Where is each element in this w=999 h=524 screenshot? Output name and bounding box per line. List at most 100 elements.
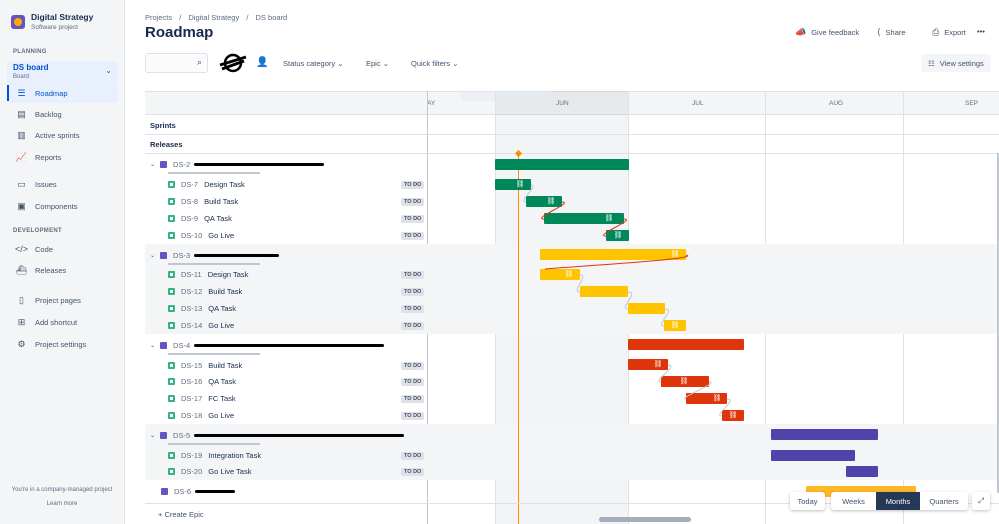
sidebar-item-issues[interactable]: ▭ Issues <box>7 174 118 194</box>
task-bar[interactable]: ⛓ <box>664 320 686 331</box>
quarters-button[interactable]: Quarters <box>920 492 968 510</box>
weeks-button[interactable]: Weeks <box>831 492 876 510</box>
task-key[interactable]: DS-13 <box>181 304 202 313</box>
task-bar[interactable]: ⛓ <box>722 410 744 421</box>
sidebar-item-code[interactable]: </> Code <box>7 239 118 259</box>
task-row[interactable]: DS-17 FC Task <box>168 394 236 403</box>
breadcrumb-project[interactable]: Digital Strategy <box>188 13 239 22</box>
epic-row[interactable]: DS-6 <box>150 487 236 496</box>
status-badge[interactable]: TO DO <box>401 305 425 313</box>
status-badge[interactable]: TO DO <box>401 215 425 223</box>
expand-icon[interactable]: ⤢ <box>972 492 990 510</box>
task-key[interactable]: DS-10 <box>181 231 202 240</box>
sidebar-item-add-shortcut[interactable]: ⊞ Add shortcut <box>7 312 118 332</box>
horizontal-scrollbar[interactable] <box>599 517 691 522</box>
epic-key[interactable]: DS-4 <box>173 341 190 350</box>
sidebar-item-roadmap[interactable]: ☰ Roadmap <box>7 83 118 103</box>
sidebar-item-project-settings[interactable]: ⚙ Project settings <box>7 334 118 354</box>
status-badge[interactable]: TO DO <box>401 181 425 189</box>
task-bar[interactable] <box>580 286 628 297</box>
sidebar-item-releases[interactable]: ⛴ Releases <box>7 260 118 280</box>
task-key[interactable]: DS-17 <box>181 394 202 403</box>
task-key[interactable]: DS-16 <box>181 377 202 386</box>
learn-more-link[interactable]: Learn more <box>0 501 124 507</box>
create-epic-button[interactable]: + Create Epic <box>158 510 204 519</box>
task-row[interactable]: DS-11 Design Task <box>168 270 248 279</box>
status-badge[interactable]: TO DO <box>401 452 425 460</box>
epic-row[interactable]: ⌄ DS-2 <box>150 160 325 169</box>
status-badge[interactable]: TO DO <box>401 412 425 420</box>
task-row[interactable]: DS-12 Build Task <box>168 287 242 296</box>
epic-bar[interactable] <box>628 339 744 350</box>
task-bar[interactable]: ⛓ <box>526 196 562 207</box>
task-key[interactable]: DS-14 <box>181 321 202 330</box>
export-button[interactable]: ⎙ Export <box>932 27 966 38</box>
epic-bar[interactable] <box>495 159 629 170</box>
task-row[interactable]: DS-10 Go Live <box>168 231 234 240</box>
task-key[interactable]: DS-11 <box>181 270 202 279</box>
epic-bar[interactable] <box>771 429 878 440</box>
epic-row[interactable]: ⌄ DS-3 <box>150 251 280 260</box>
breadcrumb-board[interactable]: DS board <box>256 13 288 22</box>
sidebar-item-active-sprints[interactable]: ▥ Active sprints <box>7 125 118 145</box>
task-row[interactable]: DS-14 Go Live <box>168 321 234 330</box>
months-button[interactable]: Months <box>876 492 920 510</box>
view-settings-button[interactable]: ☷ View settings <box>921 54 991 72</box>
chevron-down-icon[interactable]: ⌄ <box>150 432 155 439</box>
epic-bar[interactable]: ⛓ <box>540 249 686 260</box>
epic-key[interactable]: DS-3 <box>173 251 190 260</box>
add-people-icon[interactable]: 👤 <box>256 57 268 68</box>
task-row[interactable]: DS-19 Integration Task <box>168 451 261 460</box>
epic-row[interactable]: ⌄ DS-5 <box>150 431 405 440</box>
epic-row[interactable]: ⌄ DS-4 <box>150 341 385 350</box>
status-badge[interactable]: TO DO <box>401 322 425 330</box>
task-row[interactable]: DS-8 Build Task <box>168 197 238 206</box>
quick-filters[interactable]: Quick filters ⌄ <box>411 59 459 68</box>
task-bar[interactable]: ⛓ <box>686 393 727 404</box>
sidebar-item-reports[interactable]: 📈 Reports <box>7 147 118 167</box>
search-input[interactable]: ⌕ <box>145 53 208 73</box>
task-bar[interactable]: ⛓ <box>540 269 580 280</box>
sidebar-item-project-pages[interactable]: ▯ Project pages <box>7 290 118 310</box>
task-key[interactable]: DS-19 <box>181 451 202 460</box>
epic-key[interactable]: DS-5 <box>173 431 190 440</box>
task-key[interactable]: DS-18 <box>181 411 202 420</box>
status-badge[interactable]: TO DO <box>401 271 425 279</box>
task-key[interactable]: DS-9 <box>181 214 198 223</box>
breadcrumb-projects[interactable]: Projects <box>145 13 172 22</box>
epic-key[interactable]: DS-6 <box>174 487 191 496</box>
status-badge[interactable]: TO DO <box>401 288 425 296</box>
give-feedback-button[interactable]: 📣 Give feedback <box>795 27 859 38</box>
more-actions-button[interactable]: ••• <box>977 27 985 36</box>
status-badge[interactable]: TO DO <box>401 468 425 476</box>
task-bar[interactable]: ⛓ <box>628 359 668 370</box>
status-badge[interactable]: TO DO <box>401 378 425 386</box>
share-button[interactable]: ⟨ Share <box>877 27 906 38</box>
task-row[interactable]: DS-16 QA Task <box>168 377 236 386</box>
task-bar[interactable]: ⛓ <box>544 213 624 224</box>
epic-key[interactable]: DS-2 <box>173 160 190 169</box>
task-row[interactable]: DS-9 QA Task <box>168 214 232 223</box>
today-button[interactable]: Today <box>790 492 825 510</box>
avatar[interactable] <box>218 53 248 73</box>
status-badge[interactable]: TO DO <box>401 362 425 370</box>
status-badge[interactable]: TO DO <box>401 198 425 206</box>
task-key[interactable]: DS-7 <box>181 180 198 189</box>
project-header[interactable]: Digital Strategy Software project <box>11 12 93 31</box>
status-badge[interactable]: TO DO <box>401 232 425 240</box>
task-row[interactable]: DS-7 Design Task <box>168 180 245 189</box>
task-key[interactable]: DS-8 <box>181 197 198 206</box>
epic-filter[interactable]: Epic ⌄ <box>366 59 389 68</box>
chevron-down-icon[interactable]: ⌄ <box>150 252 155 259</box>
chevron-down-icon[interactable]: ⌄ <box>150 161 155 168</box>
task-bar[interactable] <box>846 466 878 477</box>
task-row[interactable]: DS-20 Go Live Task <box>168 467 251 476</box>
status-category-filter[interactable]: Status category ⌄ <box>283 59 344 68</box>
sidebar-item-components[interactable]: ▣ Components <box>7 196 118 216</box>
task-row[interactable]: DS-18 Go Live <box>168 411 234 420</box>
chevron-down-icon[interactable]: ⌄ <box>150 342 155 349</box>
task-key[interactable]: DS-12 <box>181 287 202 296</box>
task-bar[interactable] <box>628 303 665 314</box>
task-bar[interactable]: ⛓ <box>495 179 531 190</box>
task-row[interactable]: DS-15 Build Task <box>168 361 242 370</box>
